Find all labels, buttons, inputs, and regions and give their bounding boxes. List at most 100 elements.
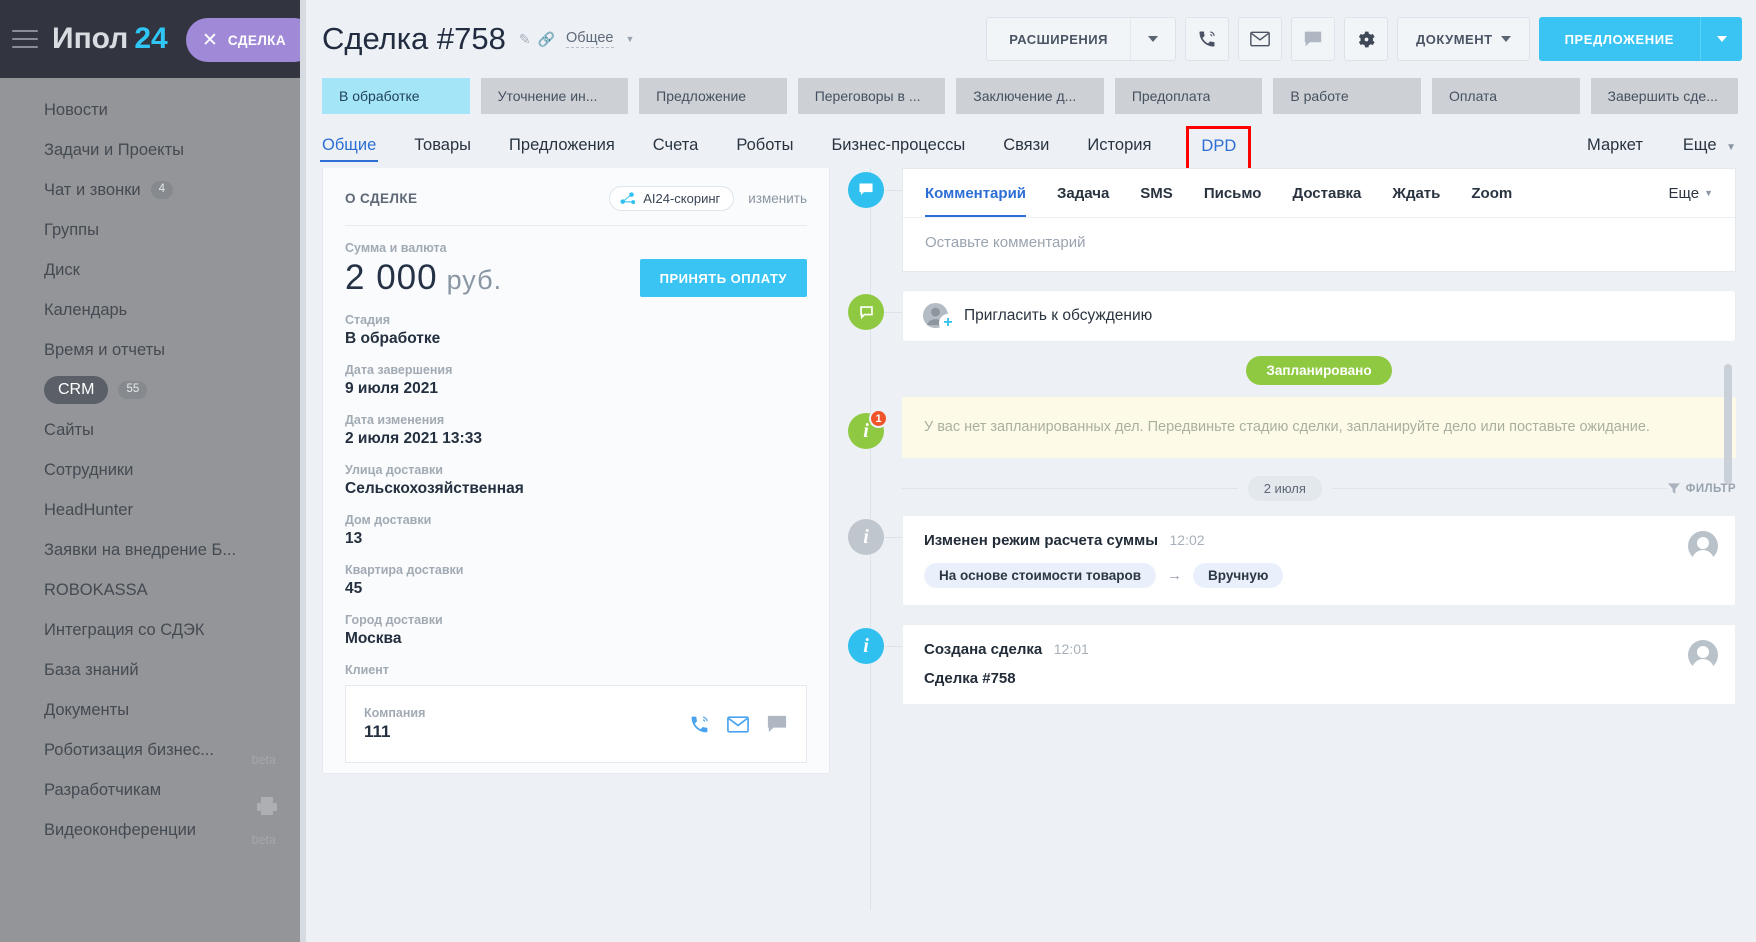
sidebar-item-3[interactable]: Группы [0, 210, 300, 250]
page-header: Сделка #758 ✎ 🔗 Общее ▼ РАСШИРЕНИЯ ДОКУМ… [300, 0, 1756, 78]
sidebar-header: Ипол 24 ✕ СДЕЛКА [0, 0, 300, 78]
chat-icon[interactable] [766, 714, 788, 734]
stage-label: В работе [1290, 88, 1349, 104]
sidebar-item-4[interactable]: Диск [0, 250, 300, 290]
sidebar-item-5[interactable]: Календарь [0, 290, 300, 330]
stage-label: В обработке [339, 88, 420, 104]
info-icon: i [863, 525, 869, 548]
extensions-button-group[interactable]: РАСШИРЕНИЯ [986, 17, 1176, 61]
edit-link[interactable]: изменить [748, 191, 807, 206]
editor-tab-label: Ждать [1392, 184, 1441, 202]
sidebar-item-8[interactable]: Сайты [0, 410, 300, 450]
tab-1[interactable]: Товары [414, 136, 471, 168]
sidebar-item-9[interactable]: Сотрудники [0, 450, 300, 490]
sidebar-item-2[interactable]: Чат и звонки 4 [0, 170, 300, 210]
client-info: Компания 111 [364, 706, 425, 742]
comment-input[interactable]: Оставьте комментарий [903, 217, 1735, 271]
link-icon[interactable]: 🔗 [538, 31, 555, 48]
client-card[interactable]: Компания 111 [345, 685, 807, 763]
tab-4[interactable]: Роботы [736, 136, 793, 168]
sidebar-item-11[interactable]: Заявки на внедрение Б... [0, 530, 300, 570]
arrow-right-icon: → [1167, 567, 1182, 585]
sidebar-item-13[interactable]: Интеграция со СДЭК [0, 610, 300, 650]
sidebar-item-10[interactable]: HeadHunter [0, 490, 300, 530]
tab-2[interactable]: Предложения [509, 136, 615, 168]
ai-scoring-chip[interactable]: AI24-скоринг [609, 186, 735, 211]
sidebar-item-7[interactable]: CRM 55 [0, 370, 300, 410]
tab-7[interactable]: История [1087, 136, 1151, 168]
sidebar-item-16[interactable]: Роботизация бизнес... beta [0, 730, 300, 770]
tab-label: Товары [414, 136, 472, 154]
email-button[interactable] [1238, 17, 1282, 61]
app-logo[interactable]: Ипол 24 [52, 22, 168, 56]
sidebar-item-6[interactable]: Время и отчеты [0, 330, 300, 370]
stage-label: Заключение д... [973, 88, 1077, 104]
chevron-down-icon[interactable]: ▼ [626, 34, 635, 44]
sidebar-item-label: Сайты [44, 420, 94, 439]
offer-button[interactable]: ПРЕДЛОЖЕНИЕ [1538, 17, 1700, 61]
sidebar-item-15[interactable]: Документы [0, 690, 300, 730]
offer-button-group[interactable]: ПРЕДЛОЖЕНИЕ [1538, 17, 1742, 61]
stage-0[interactable]: В обработке [322, 78, 470, 114]
invite-label: Пригласить к обсуждению [964, 307, 1153, 324]
extensions-button[interactable]: РАСШИРЕНИЯ [986, 17, 1130, 61]
field-value: В обработке [345, 330, 441, 347]
stage-3[interactable]: Переговоры в ... [797, 78, 946, 114]
deal-pill-label: СДЕЛКА [227, 32, 286, 48]
stage-4[interactable]: Заключение д... [956, 78, 1104, 114]
chat-button[interactable] [1291, 17, 1335, 61]
stage-7[interactable]: Оплата [1431, 78, 1580, 114]
sidebar-item-18[interactable]: Видеоконференции beta [0, 797, 300, 850]
sidebar-item-0[interactable]: Новости [0, 90, 300, 130]
tab-0[interactable]: Общие [319, 136, 379, 168]
tab-more[interactable]: Еще ▼ [1683, 136, 1736, 168]
editor-tab-6[interactable]: Zoom [1471, 169, 1512, 217]
call-button[interactable] [1185, 17, 1229, 61]
sidebar-item-label: Сотрудники [44, 460, 134, 479]
stage-2[interactable]: Предложение [639, 78, 787, 114]
tab-6[interactable]: Связи [1003, 136, 1049, 168]
deal-category[interactable]: Общее [566, 30, 614, 48]
sidebar-item-12[interactable]: ROBOKASSA [0, 570, 300, 610]
field-value: 9 июля 2021 [345, 380, 438, 397]
tab-8[interactable]: DPD [1186, 126, 1252, 171]
stage-6[interactable]: В работе [1273, 78, 1421, 114]
stage-pipeline: В обработке Уточнение ин... Предложение Пер… [300, 78, 1756, 114]
editor-tab-4[interactable]: Доставка [1292, 169, 1361, 217]
editor-tab-0[interactable]: Комментарий [925, 169, 1027, 217]
sidebar-item-17[interactable]: Разработчикам [0, 770, 300, 810]
sidebar-item-14[interactable]: База знаний [0, 650, 300, 690]
close-icon[interactable]: ✕ [202, 31, 218, 50]
scoring-icon [620, 191, 636, 204]
settings-button[interactable] [1344, 17, 1388, 61]
tab-5[interactable]: Бизнес-процессы [831, 136, 965, 168]
editor-tab-3[interactable]: Письмо [1204, 169, 1262, 217]
vertical-scrollbar[interactable] [1724, 364, 1734, 942]
field-value: Москва [345, 630, 402, 647]
pencil-icon[interactable]: ✎ [519, 31, 531, 48]
deal-tab-pill[interactable]: ✕ СДЕЛКА [186, 18, 300, 62]
history-chips: На основе стоимости товаров → Вручную [924, 563, 1714, 589]
editor-more-button[interactable]: Еще ▼ [1669, 185, 1713, 202]
sidebar-item-label: Группы [44, 220, 99, 239]
stage-1[interactable]: Уточнение ин... [480, 78, 629, 114]
document-button[interactable]: ДОКУМЕНТ [1397, 17, 1530, 61]
tab-market[interactable]: Маркет [1587, 136, 1643, 168]
invite-to-discussion[interactable]: + Пригласить к обсуждению [902, 290, 1736, 342]
stage-8[interactable]: Завершить сде... [1590, 78, 1739, 114]
extensions-dropdown-button[interactable] [1130, 17, 1176, 61]
offer-dropdown-button[interactable] [1700, 17, 1742, 61]
amount-row: 2 000 руб. ПРИНЯТЬ ОПЛАТУ [345, 258, 807, 298]
phone-icon[interactable] [689, 714, 710, 735]
stage-5[interactable]: Предоплата [1114, 78, 1263, 114]
accept-payment-button[interactable]: ПРИНЯТЬ ОПЛАТУ [639, 259, 807, 297]
menu-burger-icon[interactable] [12, 30, 38, 48]
editor-tab-2[interactable]: SMS [1140, 169, 1173, 217]
scrollbar-thumb[interactable] [1724, 364, 1732, 484]
tab-3[interactable]: Счета [653, 136, 699, 168]
sidebar-item-1[interactable]: Задачи и Проекты [0, 130, 300, 170]
avatar: + [922, 302, 957, 332]
editor-tab-5[interactable]: Ждать [1392, 169, 1440, 217]
editor-tab-1[interactable]: Задача [1057, 169, 1109, 217]
mail-icon[interactable] [727, 715, 749, 733]
